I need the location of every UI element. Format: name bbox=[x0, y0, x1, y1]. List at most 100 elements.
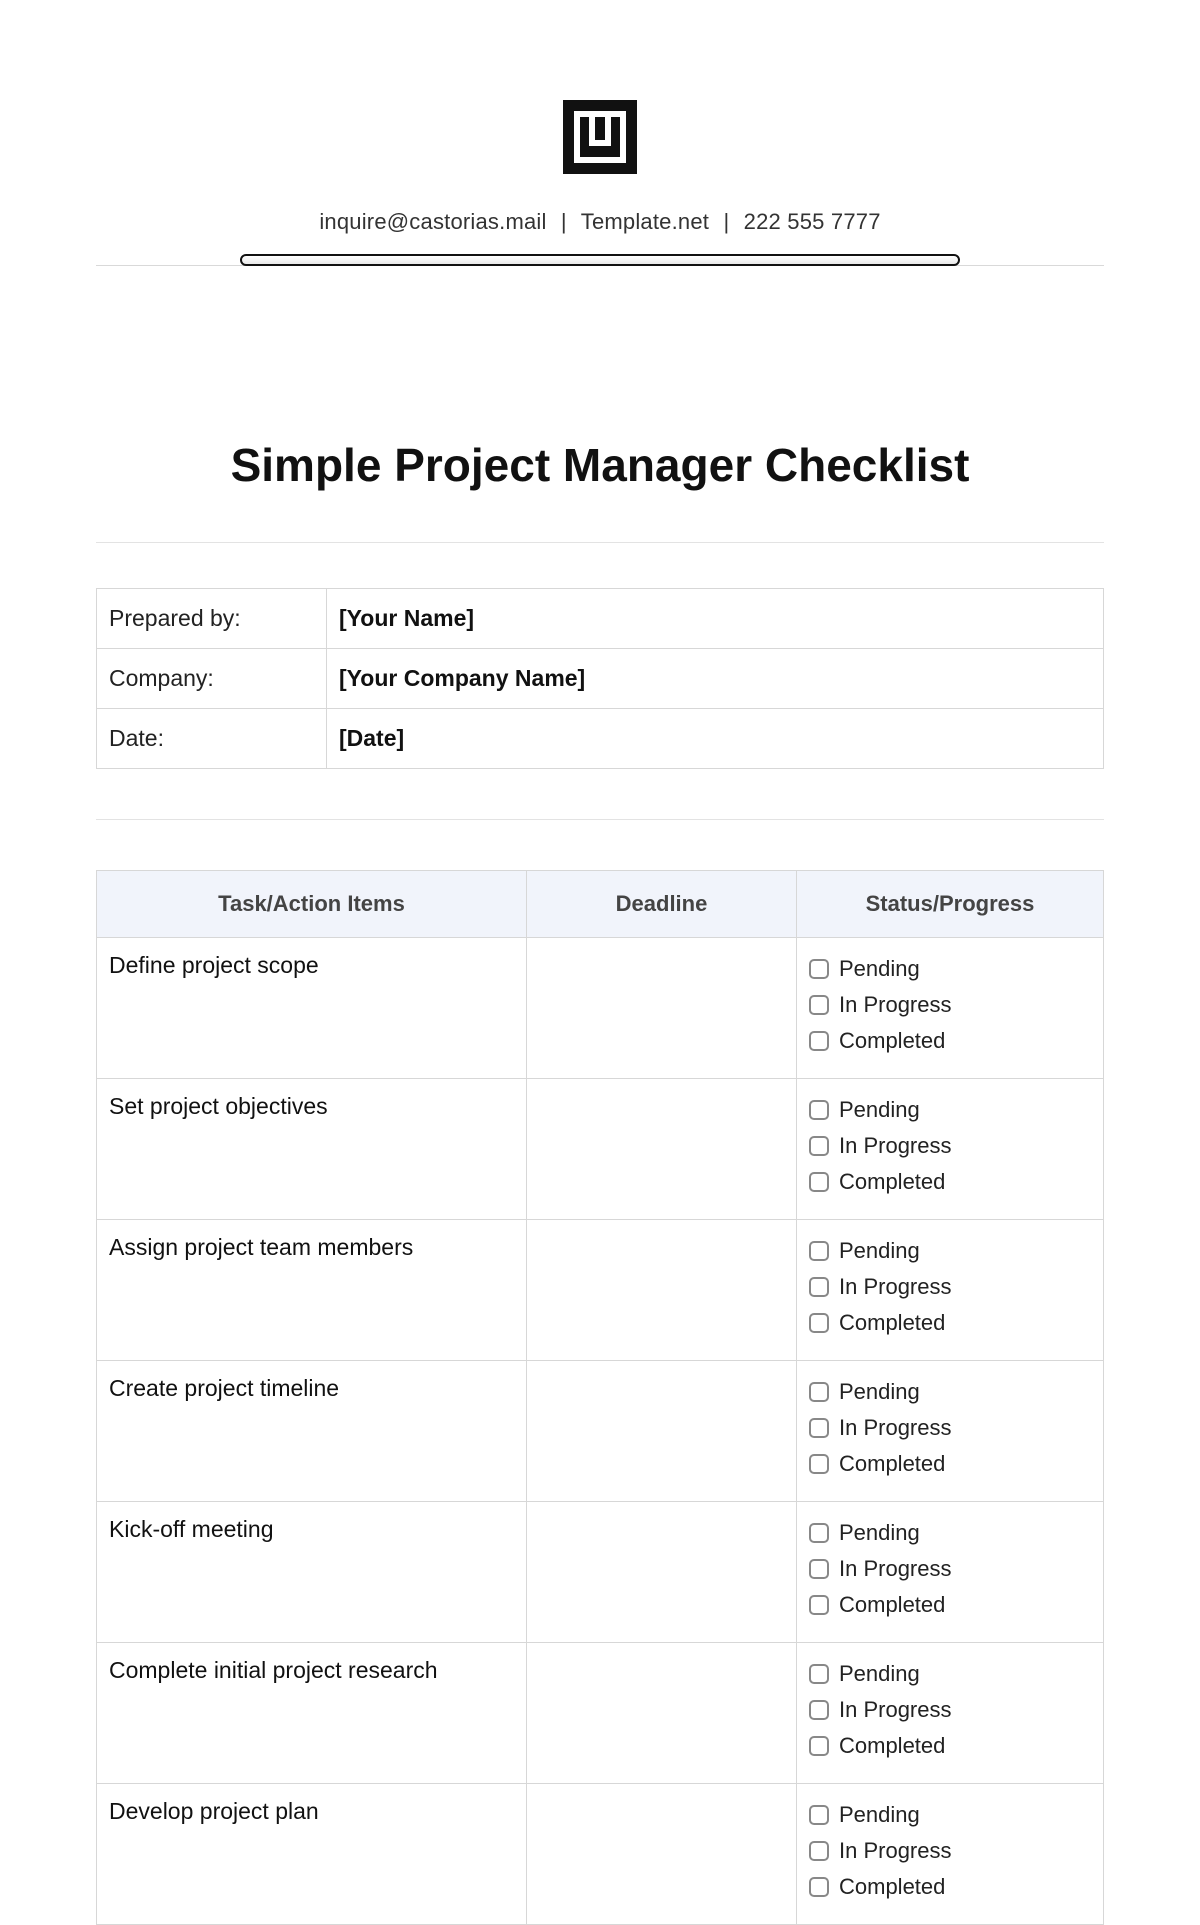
table-row: Date: [Date] bbox=[97, 709, 1104, 769]
status-option: Completed bbox=[809, 1169, 1091, 1195]
contact-phone: 222 555 7777 bbox=[744, 209, 881, 234]
status-option: In Progress bbox=[809, 1274, 1091, 1300]
table-row: Kick-off meeting Pending In Progress Comple… bbox=[97, 1502, 1104, 1643]
task-name-cell: Develop project plan bbox=[97, 1784, 527, 1925]
deadline-cell[interactable] bbox=[527, 938, 797, 1079]
deadline-cell[interactable] bbox=[527, 1784, 797, 1925]
checkbox-icon[interactable] bbox=[809, 1100, 829, 1120]
task-name-cell: Kick-off meeting bbox=[97, 1502, 527, 1643]
status-list: Pending In Progress Completed bbox=[809, 1097, 1091, 1195]
info-value-company: [Your Company Name] bbox=[327, 649, 1104, 709]
status-option-label: In Progress bbox=[839, 1556, 952, 1582]
status-option-label: Pending bbox=[839, 1661, 920, 1687]
status-cell: Pending In Progress Completed bbox=[797, 938, 1104, 1079]
deadline-cell[interactable] bbox=[527, 1502, 797, 1643]
task-name-cell: Create project timeline bbox=[97, 1361, 527, 1502]
info-value-date: [Date] bbox=[327, 709, 1104, 769]
checkbox-icon[interactable] bbox=[809, 1172, 829, 1192]
status-option-label: Pending bbox=[839, 1097, 920, 1123]
checkbox-icon[interactable] bbox=[809, 1454, 829, 1474]
brand-logo-icon bbox=[563, 100, 637, 174]
status-option: Pending bbox=[809, 1379, 1091, 1405]
status-option-label: Completed bbox=[839, 1028, 945, 1054]
table-row: Define project scope Pending In Progress Co… bbox=[97, 938, 1104, 1079]
status-option: In Progress bbox=[809, 992, 1091, 1018]
checkbox-icon[interactable] bbox=[809, 1595, 829, 1615]
info-value-prepared-by: [Your Name] bbox=[327, 589, 1104, 649]
checkbox-icon[interactable] bbox=[809, 1877, 829, 1897]
table-row: Complete initial project research Pending… bbox=[97, 1643, 1104, 1784]
checkbox-icon[interactable] bbox=[809, 1418, 829, 1438]
checkbox-icon[interactable] bbox=[809, 1559, 829, 1579]
document-page: inquire@castorias.mail | Template.net | … bbox=[0, 0, 1200, 1925]
checkbox-icon[interactable] bbox=[809, 1664, 829, 1684]
checkbox-icon[interactable] bbox=[809, 1382, 829, 1402]
status-cell: PendingIn ProgressCompleted bbox=[797, 1784, 1104, 1925]
checkbox-icon[interactable] bbox=[809, 1313, 829, 1333]
status-option: Completed bbox=[809, 1592, 1091, 1618]
contact-site: Template.net bbox=[581, 209, 709, 234]
status-option-label: Pending bbox=[839, 956, 920, 982]
info-label-prepared-by: Prepared by: bbox=[97, 589, 327, 649]
status-option-label: Completed bbox=[839, 1592, 945, 1618]
status-list: Pending In Progress Completed bbox=[809, 1379, 1091, 1477]
status-list: Pending In Progress Completed bbox=[809, 956, 1091, 1054]
divider bbox=[96, 819, 1104, 820]
deadline-cell[interactable] bbox=[527, 1079, 797, 1220]
table-row: Develop project plan PendingIn ProgressCo… bbox=[97, 1784, 1104, 1925]
status-cell: PendingIn ProgressCompleted bbox=[797, 1643, 1104, 1784]
checkbox-icon[interactable] bbox=[809, 1700, 829, 1720]
status-option: Pending bbox=[809, 1520, 1091, 1546]
checkbox-icon[interactable] bbox=[809, 959, 829, 979]
status-option-label: Completed bbox=[839, 1733, 945, 1759]
status-cell: Pending In Progress Completed bbox=[797, 1361, 1104, 1502]
status-cell: Pending In Progress Completed bbox=[797, 1502, 1104, 1643]
status-list: Pending In Progress Completed bbox=[809, 1238, 1091, 1336]
checkbox-icon[interactable] bbox=[809, 1841, 829, 1861]
contact-line: inquire@castorias.mail | Template.net | … bbox=[96, 209, 1104, 235]
deadline-cell[interactable] bbox=[527, 1361, 797, 1502]
checkbox-icon[interactable] bbox=[809, 1136, 829, 1156]
column-header-deadline: Deadline bbox=[527, 871, 797, 938]
column-header-task: Task/Action Items bbox=[97, 871, 527, 938]
status-option-label: Completed bbox=[839, 1451, 945, 1477]
status-cell: Pending In Progress Completed bbox=[797, 1079, 1104, 1220]
deadline-cell[interactable] bbox=[527, 1643, 797, 1784]
separator-icon: | bbox=[561, 209, 567, 234]
checkbox-icon[interactable] bbox=[809, 1241, 829, 1261]
checkbox-icon[interactable] bbox=[809, 1736, 829, 1756]
task-name-cell: Complete initial project research bbox=[97, 1643, 527, 1784]
divider bbox=[96, 542, 1104, 543]
status-option-label: In Progress bbox=[839, 992, 952, 1018]
status-option: Pending bbox=[809, 1238, 1091, 1264]
status-option: In Progress bbox=[809, 1415, 1091, 1441]
checkbox-icon[interactable] bbox=[809, 1523, 829, 1543]
status-option-label: Completed bbox=[839, 1310, 945, 1336]
status-option-label: In Progress bbox=[839, 1274, 952, 1300]
status-list: PendingIn ProgressCompleted bbox=[809, 1802, 1091, 1900]
status-option-label: Pending bbox=[839, 1802, 920, 1828]
status-option: Pending bbox=[809, 1802, 1091, 1828]
info-table: Prepared by: [Your Name] Company: [Your … bbox=[96, 588, 1104, 769]
checkbox-icon[interactable] bbox=[809, 1277, 829, 1297]
deadline-cell[interactable] bbox=[527, 1220, 797, 1361]
status-option: In Progress bbox=[809, 1133, 1091, 1159]
task-name-cell: Define project scope bbox=[97, 938, 527, 1079]
logo-container bbox=[96, 100, 1104, 179]
status-option: Pending bbox=[809, 956, 1091, 982]
status-option: In Progress bbox=[809, 1556, 1091, 1582]
checkbox-icon[interactable] bbox=[809, 995, 829, 1015]
table-row: Prepared by: [Your Name] bbox=[97, 589, 1104, 649]
checkbox-icon[interactable] bbox=[809, 1031, 829, 1051]
status-option: Pending bbox=[809, 1097, 1091, 1123]
task-name-cell: Assign project team members bbox=[97, 1220, 527, 1361]
header-rule-capsule bbox=[240, 254, 960, 266]
table-header-row: Task/Action Items Deadline Status/Progre… bbox=[97, 871, 1104, 938]
checkbox-icon[interactable] bbox=[809, 1805, 829, 1825]
table-row: Create project timeline Pending In Progres… bbox=[97, 1361, 1104, 1502]
status-list: PendingIn ProgressCompleted bbox=[809, 1661, 1091, 1759]
separator-icon: | bbox=[723, 209, 729, 234]
column-header-status: Status/Progress bbox=[797, 871, 1104, 938]
status-list: Pending In Progress Completed bbox=[809, 1520, 1091, 1618]
task-name-cell: Set project objectives bbox=[97, 1079, 527, 1220]
